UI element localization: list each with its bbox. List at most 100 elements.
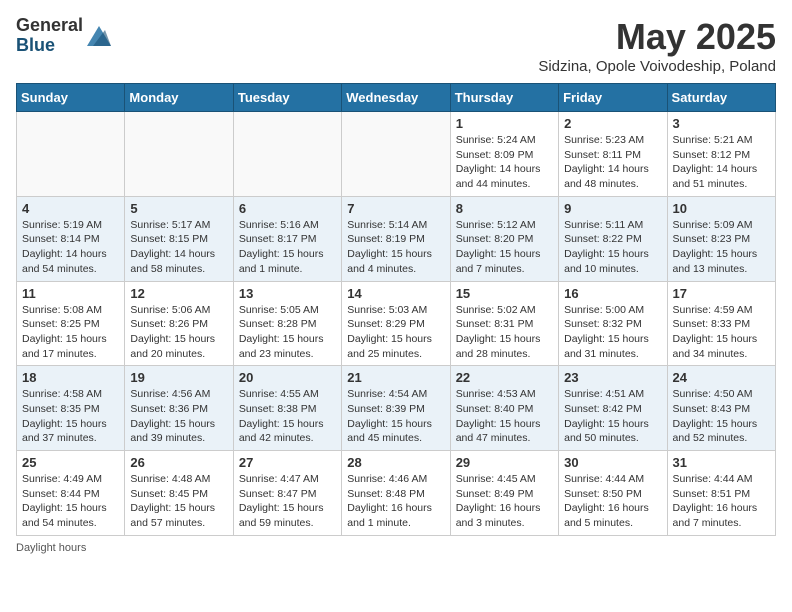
calendar-cell: 10 Sunrise: 5:09 AM Sunset: 8:23 PM Dayli… xyxy=(667,196,775,281)
day-info: Sunrise: 5:02 AM Sunset: 8:31 PM Dayligh… xyxy=(456,303,553,362)
day-number: 7 xyxy=(347,201,444,216)
day-number: 22 xyxy=(456,370,553,385)
day-info: Sunrise: 4:46 AM Sunset: 8:48 PM Dayligh… xyxy=(347,472,444,531)
day-number: 21 xyxy=(347,370,444,385)
calendar-table: SundayMondayTuesdayWednesdayThursdayFrid… xyxy=(16,83,776,536)
calendar-cell: 1 Sunrise: 5:24 AM Sunset: 8:09 PM Daylig… xyxy=(450,112,558,197)
day-info: Sunrise: 4:44 AM Sunset: 8:51 PM Dayligh… xyxy=(673,472,770,531)
day-info: Sunrise: 4:45 AM Sunset: 8:49 PM Dayligh… xyxy=(456,472,553,531)
logo: General Blue xyxy=(16,16,111,56)
day-info: Sunrise: 5:06 AM Sunset: 8:26 PM Dayligh… xyxy=(130,303,227,362)
weekday-header: Friday xyxy=(559,84,667,112)
day-number: 1 xyxy=(456,116,553,131)
logo-blue-text: Blue xyxy=(16,36,83,56)
day-info: Sunrise: 5:21 AM Sunset: 8:12 PM Dayligh… xyxy=(673,133,770,192)
calendar-week-row: 4Sunrise: 5:19 AM Sunset: 8:14 PM Daylig… xyxy=(17,196,776,281)
day-number: 8 xyxy=(456,201,553,216)
day-info: Sunrise: 4:47 AM Sunset: 8:47 PM Dayligh… xyxy=(239,472,336,531)
location-subtitle: Sidzina, Opole Voivodeship, Poland xyxy=(538,58,776,75)
calendar-cell: 2Sunrise: 5:23 AM Sunset: 8:11 PM Daylig… xyxy=(559,112,667,197)
calendar-cell: 7 Sunrise: 5:14 AM Sunset: 8:19 PM Daylig… xyxy=(342,196,450,281)
day-info: Sunrise: 5:17 AM Sunset: 8:15 PM Dayligh… xyxy=(130,218,227,277)
page-header: General Blue May 2025 Sidzina, Opole Voi… xyxy=(16,16,776,75)
calendar-cell xyxy=(125,112,233,197)
calendar-cell: 24 Sunrise: 4:50 AM Sunset: 8:43 PM Dayli… xyxy=(667,366,775,451)
calendar-cell: 12 Sunrise: 5:06 AM Sunset: 8:26 PM Dayli… xyxy=(125,281,233,366)
day-number: 20 xyxy=(239,370,336,385)
day-number: 31 xyxy=(673,455,770,470)
day-number: 29 xyxy=(456,455,553,470)
calendar-cell: 8 Sunrise: 5:12 AM Sunset: 8:20 PM Daylig… xyxy=(450,196,558,281)
day-info: Sunrise: 4:55 AM Sunset: 8:38 PM Dayligh… xyxy=(239,387,336,446)
calendar-cell: 11 Sunrise: 5:08 AM Sunset: 8:25 PM Dayli… xyxy=(17,281,125,366)
day-info: Sunrise: 5:05 AM Sunset: 8:28 PM Dayligh… xyxy=(239,303,336,362)
day-info: Sunrise: 4:54 AM Sunset: 8:39 PM Dayligh… xyxy=(347,387,444,446)
logo-general-text: General xyxy=(16,16,83,36)
day-number: 10 xyxy=(673,201,770,216)
day-info: Sunrise: 5:00 AM Sunset: 8:32 PM Dayligh… xyxy=(564,303,661,362)
day-number: 11 xyxy=(22,286,119,301)
day-info: Sunrise: 4:53 AM Sunset: 8:40 PM Dayligh… xyxy=(456,387,553,446)
day-info: Sunrise: 5:14 AM Sunset: 8:19 PM Dayligh… xyxy=(347,218,444,277)
weekday-header: Wednesday xyxy=(342,84,450,112)
calendar-cell: 20 Sunrise: 4:55 AM Sunset: 8:38 PM Dayli… xyxy=(233,366,341,451)
logo-icon xyxy=(87,26,111,46)
day-info: Sunrise: 5:09 AM Sunset: 8:23 PM Dayligh… xyxy=(673,218,770,277)
weekday-header: Tuesday xyxy=(233,84,341,112)
day-info: Sunrise: 4:49 AM Sunset: 8:44 PM Dayligh… xyxy=(22,472,119,531)
calendar-cell: 26 Sunrise: 4:48 AM Sunset: 8:45 PM Dayli… xyxy=(125,451,233,536)
day-number: 17 xyxy=(673,286,770,301)
calendar-week-row: 18Sunrise: 4:58 AM Sunset: 8:35 PM Dayli… xyxy=(17,366,776,451)
calendar-cell: 6Sunrise: 5:16 AM Sunset: 8:17 PM Daylig… xyxy=(233,196,341,281)
day-number: 25 xyxy=(22,455,119,470)
calendar-cell: 29 Sunrise: 4:45 AM Sunset: 8:49 PM Dayli… xyxy=(450,451,558,536)
calendar-cell xyxy=(342,112,450,197)
day-info: Sunrise: 5:19 AM Sunset: 8:14 PM Dayligh… xyxy=(22,218,119,277)
calendar-cell: 21 Sunrise: 4:54 AM Sunset: 8:39 PM Dayli… xyxy=(342,366,450,451)
day-number: 23 xyxy=(564,370,661,385)
weekday-header: Sunday xyxy=(17,84,125,112)
calendar-week-row: 1 Sunrise: 5:24 AM Sunset: 8:09 PM Daylig… xyxy=(17,112,776,197)
weekday-header-row: SundayMondayTuesdayWednesdayThursdayFrid… xyxy=(17,84,776,112)
day-info: Sunrise: 4:44 AM Sunset: 8:50 PM Dayligh… xyxy=(564,472,661,531)
day-number: 15 xyxy=(456,286,553,301)
day-info: Sunrise: 4:59 AM Sunset: 8:33 PM Dayligh… xyxy=(673,303,770,362)
day-info: Sunrise: 4:48 AM Sunset: 8:45 PM Dayligh… xyxy=(130,472,227,531)
calendar-cell xyxy=(233,112,341,197)
calendar-cell: 31 Sunrise: 4:44 AM Sunset: 8:51 PM Dayli… xyxy=(667,451,775,536)
day-number: 13 xyxy=(239,286,336,301)
day-number: 12 xyxy=(130,286,227,301)
weekday-header: Thursday xyxy=(450,84,558,112)
calendar-cell: 22 Sunrise: 4:53 AM Sunset: 8:40 PM Dayli… xyxy=(450,366,558,451)
day-number: 26 xyxy=(130,455,227,470)
calendar-cell: 19Sunrise: 4:56 AM Sunset: 8:36 PM Dayli… xyxy=(125,366,233,451)
day-number: 30 xyxy=(564,455,661,470)
day-number: 3 xyxy=(673,116,770,131)
day-number: 5 xyxy=(130,201,227,216)
calendar-week-row: 25 Sunrise: 4:49 AM Sunset: 8:44 PM Dayli… xyxy=(17,451,776,536)
calendar-cell: 3 Sunrise: 5:21 AM Sunset: 8:12 PM Daylig… xyxy=(667,112,775,197)
day-info: Sunrise: 5:24 AM Sunset: 8:09 PM Dayligh… xyxy=(456,133,553,192)
day-info: Sunrise: 5:12 AM Sunset: 8:20 PM Dayligh… xyxy=(456,218,553,277)
calendar-cell: 25 Sunrise: 4:49 AM Sunset: 8:44 PM Dayli… xyxy=(17,451,125,536)
day-info: Sunrise: 5:08 AM Sunset: 8:25 PM Dayligh… xyxy=(22,303,119,362)
calendar-cell: 15 Sunrise: 5:02 AM Sunset: 8:31 PM Dayli… xyxy=(450,281,558,366)
day-number: 18 xyxy=(22,370,119,385)
calendar-cell: 4Sunrise: 5:19 AM Sunset: 8:14 PM Daylig… xyxy=(17,196,125,281)
day-number: 24 xyxy=(673,370,770,385)
calendar-cell: 27 Sunrise: 4:47 AM Sunset: 8:47 PM Dayli… xyxy=(233,451,341,536)
day-number: 27 xyxy=(239,455,336,470)
calendar-cell: 9Sunrise: 5:11 AM Sunset: 8:22 PM Daylig… xyxy=(559,196,667,281)
calendar-cell: 14Sunrise: 5:03 AM Sunset: 8:29 PM Dayli… xyxy=(342,281,450,366)
day-number: 14 xyxy=(347,286,444,301)
footer-text: Daylight hours xyxy=(16,542,86,554)
day-info: Sunrise: 5:11 AM Sunset: 8:22 PM Dayligh… xyxy=(564,218,661,277)
day-number: 28 xyxy=(347,455,444,470)
day-info: Sunrise: 5:23 AM Sunset: 8:11 PM Dayligh… xyxy=(564,133,661,192)
weekday-header: Saturday xyxy=(667,84,775,112)
day-number: 6 xyxy=(239,201,336,216)
day-info: Sunrise: 4:51 AM Sunset: 8:42 PM Dayligh… xyxy=(564,387,661,446)
calendar-cell: 18Sunrise: 4:58 AM Sunset: 8:35 PM Dayli… xyxy=(17,366,125,451)
day-info: Sunrise: 4:50 AM Sunset: 8:43 PM Dayligh… xyxy=(673,387,770,446)
calendar-cell: 13 Sunrise: 5:05 AM Sunset: 8:28 PM Dayli… xyxy=(233,281,341,366)
